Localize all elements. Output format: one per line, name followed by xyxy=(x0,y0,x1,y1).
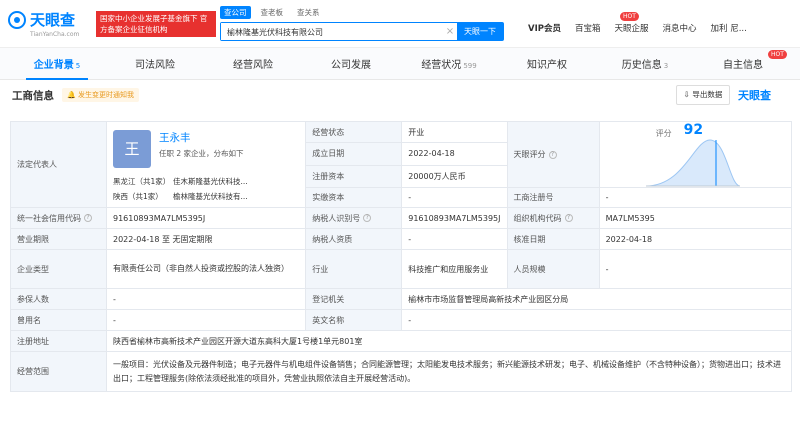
term-label: 营业期限 xyxy=(10,228,107,250)
founded-label: 成立日期 xyxy=(305,142,403,166)
help-icon[interactable]: ? xyxy=(363,214,372,222)
legal-rep-summary: 任职 2 家企业，分布如下 xyxy=(158,148,244,158)
help-icon[interactable]: ? xyxy=(564,214,573,222)
capital-label: 注册资本 xyxy=(305,164,403,189)
org-value: MA7LM5395 xyxy=(598,207,793,229)
logo-text: 天眼查 xyxy=(30,11,76,29)
term-value: 2022-04-18 至 无固定期限 xyxy=(105,228,307,250)
help-icon[interactable]: ? xyxy=(548,150,557,159)
status-label: 经营状态 xyxy=(305,120,403,144)
section-title: 工商信息 xyxy=(12,89,54,102)
search-tab-company[interactable]: 查公司 xyxy=(220,6,251,19)
enname-label: 英文名称 xyxy=(305,309,403,331)
org-label: 组织机构代码? xyxy=(506,207,600,229)
nav-qifu[interactable]: 天眼企服 xyxy=(615,22,649,34)
tab-background[interactable]: 企业背景 5 xyxy=(8,56,106,80)
help-icon[interactable]: ? xyxy=(84,214,92,222)
tab-judicial-risk[interactable]: 司法风险 xyxy=(106,56,204,71)
industry-label: 行业 xyxy=(305,249,403,289)
top-header: 天眼查 TianYanCha.com 国家中小企业发展子基金旗下 官方备案企业征… xyxy=(0,0,800,48)
regno-value: - xyxy=(598,187,793,208)
watermark-logo: 天眼查 xyxy=(738,89,771,102)
region-2-company[interactable]: 榆林隆基光伏科技有... xyxy=(173,191,273,202)
enname-value: - xyxy=(401,309,792,331)
tab-operating-status[interactable]: 经营状况 599 xyxy=(400,56,498,71)
region-1-company[interactable]: 佳木斯隆基光伏科技... xyxy=(173,176,273,187)
scope-value: 一般项目：光伏设备及元器件制造；电子元器件与机电组件设备销售；合同能源管理；太阳… xyxy=(105,351,793,392)
type-label: 企业类型 xyxy=(10,249,107,289)
type-value: 有限责任公司（非自然人投资或控股的法人独资） xyxy=(105,249,307,289)
authority-label: 登记机关 xyxy=(305,288,403,310)
search-tab-relation[interactable]: 查关系 xyxy=(293,6,324,19)
authority-value: 榆林市市场监督管理局高新技术产业园区分局 xyxy=(401,288,792,310)
search-input[interactable]: 榆林隆基光伏科技有限公司 xyxy=(221,23,443,40)
section-header: 工商信息 🔔 发生变更时通知我 ⇩ 导出数据 天眼查 xyxy=(0,80,800,110)
scope-label: 经营范围 xyxy=(10,351,107,392)
staff-label: 人员规模 xyxy=(506,249,600,289)
formername-label: 曾用名 xyxy=(10,309,107,331)
credit-label: 统一社会信用代码? xyxy=(10,207,107,229)
insured-value: - xyxy=(105,288,307,310)
staff-value: - xyxy=(598,249,793,289)
logo[interactable]: 天眼查 TianYanCha.com xyxy=(8,9,90,38)
clear-icon[interactable]: × xyxy=(443,23,457,40)
export-button[interactable]: ⇩ 导出数据 xyxy=(676,85,730,105)
legal-rep-label: 法定代表人 xyxy=(10,121,107,208)
address-label: 注册地址 xyxy=(10,330,107,352)
search-button[interactable]: 天眼一下 xyxy=(457,23,503,40)
top-nav: VIP会员 百宝箱 天眼企服 消息中心 加利 尼... xyxy=(528,22,761,34)
approve-value: 2022-04-18 xyxy=(598,228,793,250)
taxid-value: 91610893MA7LM5395J xyxy=(401,207,508,229)
hot-badge: HOT xyxy=(620,12,639,21)
legal-rep-cell: 王 王永丰 任职 2 家企业，分布如下 黑龙江（共1家） 佳木斯隆基光伏科技..… xyxy=(105,121,307,208)
notify-change-button[interactable]: 🔔 发生变更时通知我 xyxy=(62,88,139,102)
taxq-value: - xyxy=(401,228,508,250)
official-badge: 国家中小企业发展子基金旗下 官方备案企业征信机构 xyxy=(96,10,216,37)
paid-value: - xyxy=(401,187,508,208)
logo-eye-icon xyxy=(8,10,26,29)
nav-baibaoxiang[interactable]: 百宝箱 xyxy=(575,22,601,34)
approve-label: 核准日期 xyxy=(506,228,600,250)
nav-vip[interactable]: VIP会员 xyxy=(528,22,561,34)
tab-operating-risk[interactable]: 经营风险 xyxy=(204,56,302,71)
logo-sub: TianYanCha.com xyxy=(30,31,80,38)
score-distribution-chart xyxy=(645,139,740,187)
score-label: 天眼评分? xyxy=(506,121,600,188)
taxid-label: 纳税人识别号? xyxy=(305,207,403,229)
score-cell: 评分 92 xyxy=(598,121,793,188)
regno-label: 工商注册号 xyxy=(506,187,600,208)
tab-history[interactable]: 历史信息 3 xyxy=(596,56,694,71)
avatar[interactable]: 王 xyxy=(112,129,151,168)
business-info-table: 法定代表人 王 王永丰 任职 2 家企业，分布如下 黑龙江（共1家） 佳木斯隆基… xyxy=(10,120,793,392)
address-value: 陕西省榆林市高新技术产业园区开源大道东高科大厦1号楼1单元801室 xyxy=(105,330,793,352)
credit-value: 91610893MA7LM5395J xyxy=(105,207,307,229)
tab-ip[interactable]: 知识产权 xyxy=(498,56,596,71)
industry-value: 科技推广和应用服务业 xyxy=(401,249,508,289)
search-tab-boss[interactable]: 查老板 xyxy=(257,6,288,19)
founded-value: 2022-04-18 xyxy=(401,142,508,166)
nav-user[interactable]: 加利 尼... xyxy=(711,22,747,34)
capital-value: 20000万人民币 xyxy=(401,164,508,189)
legal-rep-name[interactable]: 王永丰 xyxy=(159,130,244,145)
status-value: 开业 xyxy=(401,120,508,144)
hot-badge-tab: HOT xyxy=(768,50,787,59)
region-1: 黑龙江（共1家） xyxy=(112,176,171,186)
company-tabs: 企业背景 5 司法风险 经营风险 公司发展 经营状况 599 知识产权 历史信息 3 … xyxy=(0,48,800,80)
paid-label: 实缴资本 xyxy=(305,187,403,208)
search-area: 查公司 查老板 查关系 榆林隆基光伏科技有限公司 × 天眼一下 xyxy=(220,6,504,41)
tab-development[interactable]: 公司发展 xyxy=(302,56,400,71)
region-2: 陕西（共1家） xyxy=(112,191,163,201)
taxq-label: 纳税人资质 xyxy=(305,228,403,250)
insured-label: 参保人数 xyxy=(10,288,107,310)
formername-value: - xyxy=(105,309,307,331)
nav-messages[interactable]: 消息中心 xyxy=(663,22,697,34)
